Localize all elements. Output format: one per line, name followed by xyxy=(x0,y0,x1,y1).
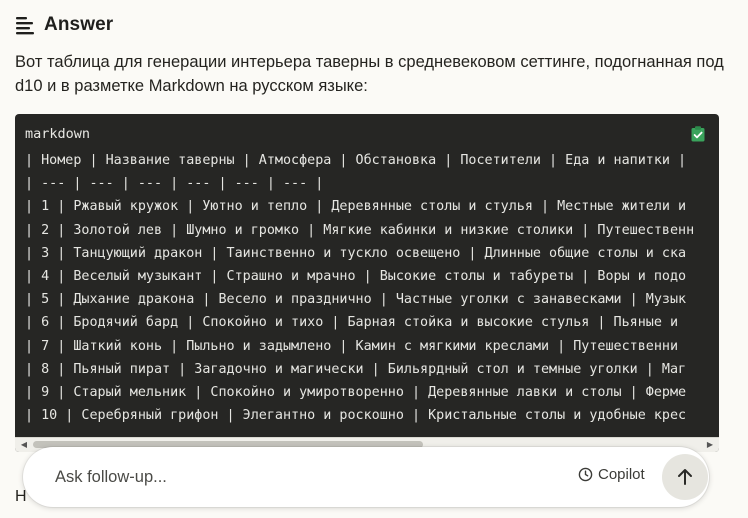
copilot-toggle[interactable]: Copilot xyxy=(578,466,645,483)
answer-title: Answer xyxy=(44,14,114,35)
ask-followup-bar: Copilot xyxy=(23,447,709,507)
copilot-label: Copilot xyxy=(598,466,645,483)
code-line: | --- | --- | --- | --- | --- | --- | xyxy=(25,176,324,192)
partial-text: Н xyxy=(15,488,27,505)
code-line: | 10 | Серебряный грифон | Элегантно и р… xyxy=(25,408,687,424)
ask-followup-input[interactable] xyxy=(55,465,535,489)
scroll-right-arrow-icon[interactable]: ▶ xyxy=(703,438,717,452)
code-lines: | Номер | Название таверны | Атмосфера |… xyxy=(25,149,719,427)
arrow-up-icon xyxy=(678,469,692,485)
answer-intro-text: Вот таблица для генерации интерьера таве… xyxy=(15,53,724,95)
code-line: | 9 | Старый мельник | Спокойно и умирот… xyxy=(25,384,687,400)
clock-icon xyxy=(578,467,593,482)
code-line: | 5 | Дыхание дракона | Весело и праздни… xyxy=(25,292,687,308)
scroll-left-arrow-icon[interactable]: ◀ xyxy=(17,438,31,452)
code-line: | 4 | Веселый музыкант | Страшно и мрачн… xyxy=(25,268,687,284)
code-line: | 6 | Бродячий бард | Спокойно и тихо | … xyxy=(25,315,679,331)
code-line: | 7 | Шаткий конь | Пыльно и задымлено |… xyxy=(25,338,679,354)
code-line: | 2 | Золотой лев | Шумно и громко | Мяг… xyxy=(25,222,695,238)
code-line: | 3 | Танцующий дракон | Таинственно и т… xyxy=(25,245,687,261)
send-button[interactable] xyxy=(662,454,708,500)
answer-lines-icon xyxy=(16,17,34,35)
code-line: | 8 | Пьяный пират | Загадочно и магичес… xyxy=(25,361,687,377)
answer-header: Answer xyxy=(15,14,113,36)
clipboard-check-icon[interactable] xyxy=(691,126,705,142)
code-line: | Номер | Название таверны | Атмосфера |… xyxy=(25,153,687,168)
code-line: | 1 | Ржавый кружок | Уютно и тепло | Де… xyxy=(25,199,687,215)
code-block: markdown | Номер | Название таверны | Ат… xyxy=(15,114,719,452)
code-language-label: markdown xyxy=(25,126,91,142)
